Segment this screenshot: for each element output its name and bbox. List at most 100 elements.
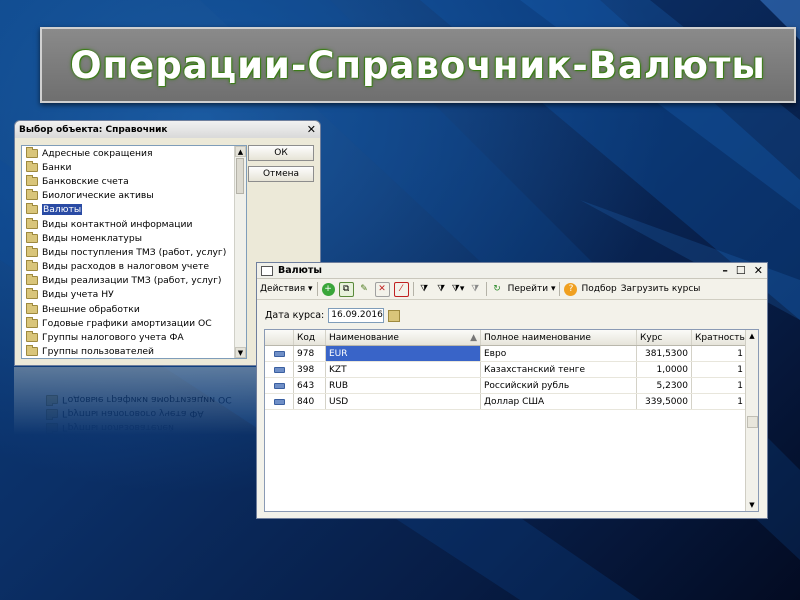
minimize-icon[interactable]: – (722, 264, 728, 277)
cell-rate: 1,0000 (637, 362, 692, 377)
list-item-label: Виды расходов в налоговом учете (42, 261, 210, 273)
cell-rate: 381,5300 (637, 346, 692, 361)
list-item[interactable]: Адресные сокращения (22, 146, 246, 160)
calendar-icon[interactable] (388, 309, 401, 322)
list-item[interactable]: Банковские счета (22, 174, 246, 188)
clear-filter-icon[interactable]: ⧩ (469, 283, 482, 296)
column-rate[interactable]: Курс (637, 330, 692, 345)
list-item[interactable]: Группы пользователей (22, 345, 246, 358)
cell-full-name: Казахстанский тенге (481, 362, 637, 377)
cell-multiplicity: 1 (692, 394, 747, 409)
table-row[interactable]: 643 RUB Российский рубль 5,2300 1 (265, 378, 758, 394)
filter-history-icon[interactable]: ⧩▾ (452, 283, 465, 296)
folder-icon (26, 146, 38, 158)
cell-code: 840 (294, 394, 326, 409)
table-body: 978 EUR Евро 381,5300 1 398 KZT Казахстанский т… (265, 346, 758, 410)
folder-icon (26, 174, 38, 186)
currencies-title: Валюты (278, 265, 322, 276)
list-item[interactable]: Внешние обработки (22, 302, 246, 316)
ok-button[interactable]: ОК (248, 145, 314, 161)
folder-icon (26, 203, 38, 215)
currencies-titlebar: Валюты – ☐ ✕ (257, 263, 767, 279)
folder-icon (26, 245, 38, 257)
list-item[interactable]: Виды расходов в налоговом учете (22, 260, 246, 274)
column-name[interactable]: Наименование ▲ (326, 330, 481, 345)
list-item[interactable]: Виды контактной информации (22, 217, 246, 231)
cell-multiplicity: 1 (692, 362, 747, 377)
list-item[interactable]: Банки (22, 160, 246, 174)
help-icon[interactable]: ? (564, 282, 578, 296)
column-code[interactable]: Код (294, 330, 326, 345)
cell-multiplicity: 1 (692, 378, 747, 393)
list-item-label: Виды номенклатуры (42, 232, 142, 244)
column-multiplicity[interactable]: Кратность (692, 330, 747, 345)
folder-icon (26, 316, 38, 328)
cancel-button[interactable]: Отмена (248, 166, 314, 182)
scroll-thumb[interactable] (236, 158, 244, 194)
list-item[interactable]: Годовые графики амортизации ОС (22, 316, 246, 330)
mark-deletion-icon[interactable]: ⁄ (393, 281, 409, 297)
row-element-icon (273, 366, 285, 373)
folder-icon (26, 274, 38, 286)
table-scrollbar[interactable]: ▲ ▼ (745, 330, 758, 511)
copy-icon[interactable]: ⧉ (338, 281, 354, 297)
scroll-up-icon[interactable]: ▲ (746, 330, 758, 342)
filter-icon[interactable]: ⧩ (418, 283, 431, 296)
row-element-icon (273, 350, 285, 357)
cell-code: 398 (294, 362, 326, 377)
list-item-label: Годовые графики амортизации ОС (42, 317, 212, 329)
scroll-down-icon[interactable]: ▼ (746, 499, 758, 511)
list-item[interactable]: Виды реализации ТМЗ (работ, услуг) (22, 274, 246, 288)
list-item-label: Виды реализации ТМЗ (работ, услуг) (42, 275, 222, 287)
cell-rate: 5,2300 (637, 378, 692, 393)
folder-icon (26, 331, 38, 343)
cell-code: 643 (294, 378, 326, 393)
list-item-label: Биологические активы (42, 190, 154, 202)
delete-icon[interactable]: ✕ (374, 281, 390, 297)
folder-icon (26, 160, 38, 172)
currencies-toolbar: Действия ▾ + ⧉ ✎ ✕ ⁄ ⧩ ⧩ ⧩▾ ⧩ ↻ Перейти … (257, 279, 767, 300)
column-full-name[interactable]: Полное наименование (481, 330, 637, 345)
edit-icon[interactable]: ✎ (358, 283, 371, 296)
close-icon[interactable]: ✕ (754, 264, 763, 277)
actions-menu[interactable]: Действия ▾ (260, 284, 313, 294)
rate-date-row: Дата курса: 16.09.2016 (265, 308, 401, 323)
slide-title: Операции-Справочник-Валюты (70, 43, 766, 87)
list-scrollbar[interactable]: ▲ ▼ (234, 146, 246, 358)
goto-menu[interactable]: Перейти ▾ (508, 284, 556, 294)
list-item[interactable]: Виды поступления ТМЗ (работ, услуг) (22, 245, 246, 259)
catalog-list[interactable]: Адресные сокращения Банки Банковские счета… (21, 145, 247, 359)
row-element-icon (273, 382, 285, 389)
list-item-label: Внешние обработки (42, 303, 140, 315)
list-item-label: Группы пользователей (42, 346, 155, 358)
cell-name: RUB (326, 378, 481, 393)
cell-rate: 339,5000 (637, 394, 692, 409)
scroll-down-icon[interactable]: ▼ (235, 347, 246, 358)
list-item[interactable]: Виды номенклатуры (22, 231, 246, 245)
maximize-icon[interactable]: ☐ (736, 264, 746, 277)
list-item[interactable]: Группы налогового учета ФА (22, 330, 246, 344)
dialog-titlebar: Выбор объекта: Справочник ✕ (15, 121, 320, 138)
table-row[interactable]: 840 USD Доллар США 339,5000 1 (265, 394, 758, 410)
table-row[interactable]: 398 KZT Казахстанский тенге 1,0000 1 (265, 362, 758, 378)
list-item[interactable]: Валюты (22, 203, 246, 217)
rate-date-input[interactable]: 16.09.2016 (328, 308, 385, 323)
scroll-up-icon[interactable]: ▲ (235, 146, 246, 157)
folder-icon (26, 260, 38, 272)
selection-button[interactable]: Подбор (581, 284, 616, 294)
filter-by-value-icon[interactable]: ⧩ (435, 283, 448, 296)
cell-name: USD (326, 394, 481, 409)
list-item[interactable]: Биологические активы (22, 189, 246, 203)
list-item-label: Банки (42, 161, 72, 173)
add-icon[interactable]: + (321, 282, 335, 296)
close-icon[interactable]: ✕ (307, 123, 316, 136)
table-row[interactable]: 978 EUR Евро 381,5300 1 (265, 346, 758, 362)
dialog-title: Выбор объекта: Справочник (19, 124, 168, 135)
list-item-label: Валюты (42, 204, 83, 216)
load-rates-button[interactable]: Загрузить курсы (621, 284, 701, 294)
row-element-icon (273, 398, 285, 405)
refresh-icon[interactable]: ↻ (491, 283, 504, 296)
folder-icon (26, 345, 38, 357)
list-item[interactable]: Виды учета НУ (22, 288, 246, 302)
list-item-label: Виды контактной информации (42, 218, 193, 230)
